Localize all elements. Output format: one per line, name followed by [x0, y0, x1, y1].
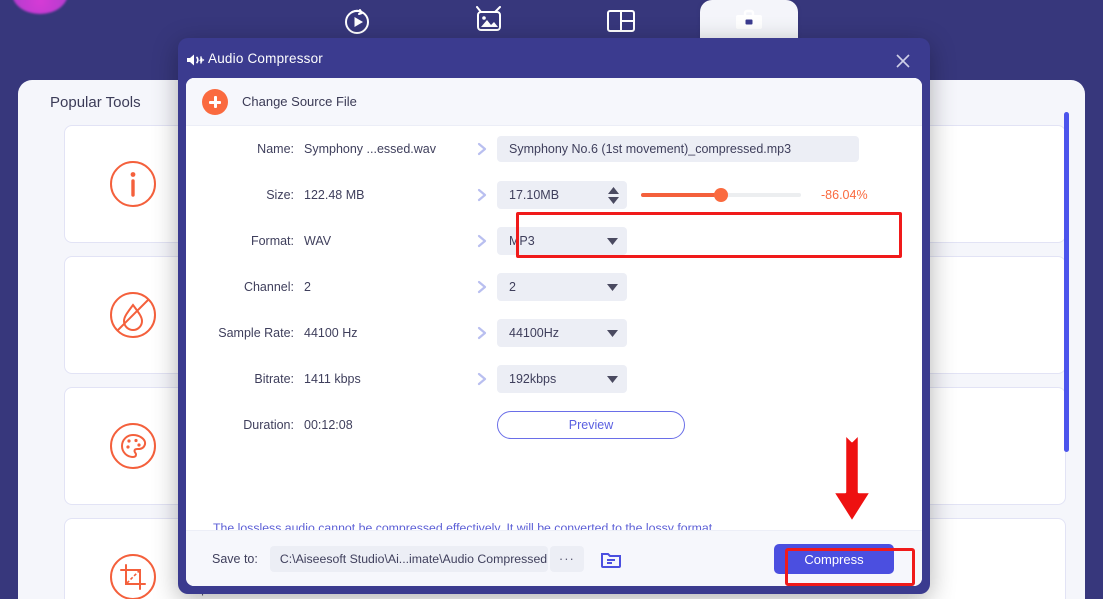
image-tv-icon	[473, 6, 505, 36]
dialog-title: Audio Compressor	[208, 51, 323, 66]
format-select[interactable]: MP3	[497, 227, 627, 255]
format-select-wrap: MP3	[497, 227, 627, 255]
collage-layout-icon	[606, 8, 636, 34]
chevron-down-icon	[607, 238, 618, 245]
row-source-value: 1411 kbps	[304, 372, 467, 386]
form-row-format: Format: WAV MP3	[186, 218, 922, 264]
scrollbar[interactable]	[1064, 88, 1069, 568]
row-source-value: WAV	[304, 234, 467, 248]
chevron-right-icon	[467, 141, 497, 157]
play-circle-icon	[342, 6, 372, 36]
palette-icon	[107, 420, 159, 472]
row-source-value: 00:12:08	[304, 418, 467, 432]
format-select-value: MP3	[509, 234, 535, 248]
preview-button-wrap: Preview	[497, 411, 685, 439]
tab-collage[interactable]	[572, 0, 670, 42]
speaker-icon	[185, 52, 205, 73]
plus-icon[interactable]	[202, 89, 228, 115]
chevron-down-icon	[607, 330, 618, 337]
bitrate-select-wrap: 192kbps	[497, 365, 627, 393]
chevron-down-icon	[607, 284, 618, 291]
save-path-field[interactable]: C:\Aiseesoft Studio\Ai...imate\Audio Com…	[270, 546, 548, 572]
channel-select-wrap: 2	[497, 273, 627, 301]
row-label: Channel:	[186, 280, 304, 294]
tab-mv[interactable]	[440, 0, 538, 42]
audio-compressor-dialog: Audio Compressor Change Source File Name…	[178, 38, 930, 594]
info-circle-icon	[107, 158, 159, 210]
save-to-label: Save to:	[212, 552, 258, 566]
close-icon[interactable]	[888, 46, 918, 76]
form-row-duration: Duration: 00:12:08 Preview	[186, 402, 922, 448]
chevron-up-icon	[608, 187, 619, 194]
row-source-value: Symphony ...essed.wav	[304, 142, 467, 156]
app-window: Popular Tools Media Metadata Editor Keep…	[0, 0, 1103, 599]
form-row-size: Size: 122.48 MB 17.10MB	[186, 172, 922, 218]
toolbox-icon	[733, 8, 765, 34]
output-size-value: 17.10MB	[509, 188, 559, 202]
chevron-down-icon	[608, 197, 619, 204]
row-label: Name:	[186, 142, 304, 156]
form-row-name: Name: Symphony ...essed.wav Symphony No.…	[186, 126, 922, 172]
channel-select[interactable]: 2	[497, 273, 627, 301]
change-source-bar: Change Source File	[186, 78, 922, 126]
sample-rate-select-value: 44100Hz	[509, 326, 559, 340]
sample-rate-select[interactable]: 44100Hz	[497, 319, 627, 347]
tab-toolbox[interactable]	[700, 0, 798, 42]
size-controls: 17.10MB -86.04%	[497, 181, 868, 209]
bitrate-select[interactable]: 192kbps	[497, 365, 627, 393]
watermark-remove-icon	[107, 289, 159, 341]
chevron-right-icon	[467, 371, 497, 387]
chevron-right-icon	[467, 233, 497, 249]
tab-converter[interactable]	[308, 0, 406, 42]
output-size-stepper[interactable]: 17.10MB	[497, 181, 627, 209]
audio-settings-form: Name: Symphony ...essed.wav Symphony No.…	[186, 126, 922, 448]
form-row-bitrate: Bitrate: 1411 kbps 192kbps	[186, 356, 922, 402]
channel-select-value: 2	[509, 280, 516, 294]
row-label: Duration:	[186, 418, 304, 432]
open-folder-icon[interactable]	[598, 546, 624, 572]
form-row-sample-rate: Sample Rate: 44100 Hz 44100Hz	[186, 310, 922, 356]
chevron-right-icon	[467, 279, 497, 295]
output-name-field[interactable]: Symphony No.6 (1st movement)_compressed.…	[497, 136, 859, 162]
row-source-value: 122.48 MB	[304, 188, 467, 202]
chevron-down-icon	[607, 376, 618, 383]
row-label: Sample Rate:	[186, 326, 304, 340]
preview-button[interactable]: Preview	[497, 411, 685, 439]
row-label: Bitrate:	[186, 372, 304, 386]
slider-fill	[641, 193, 721, 197]
row-label: Format:	[186, 234, 304, 248]
compress-button[interactable]: Compress	[774, 544, 894, 574]
sample-rate-select-wrap: 44100Hz	[497, 319, 627, 347]
stepper-arrows[interactable]	[608, 187, 619, 204]
row-source-value: 2	[304, 280, 467, 294]
size-slider[interactable]: -86.04%	[641, 188, 868, 202]
dialog-footer: Save to: C:\Aiseesoft Studio\Ai...imate\…	[186, 530, 922, 586]
change-source-file-button[interactable]: Change Source File	[242, 94, 357, 109]
bitrate-select-value: 192kbps	[509, 372, 556, 386]
red-down-arrow	[826, 432, 878, 533]
output-name-field-wrap: Symphony No.6 (1st movement)_compressed.…	[497, 136, 859, 162]
form-row-channel: Channel: 2 2	[186, 264, 922, 310]
crop-icon	[107, 551, 159, 599]
scrollbar-thumb[interactable]	[1064, 112, 1069, 452]
chevron-right-icon	[467, 187, 497, 203]
row-source-value: 44100 Hz	[304, 326, 467, 340]
slider-thumb[interactable]	[714, 188, 728, 202]
compression-ratio-label: -86.04%	[821, 188, 868, 202]
browse-button[interactable]: ···	[550, 546, 584, 572]
dialog-body: Change Source File Name: Symphony ...ess…	[186, 78, 922, 586]
slider-track[interactable]	[641, 193, 801, 197]
row-label: Size:	[186, 188, 304, 202]
top-tab-bar	[0, 0, 1103, 42]
chevron-right-icon	[467, 325, 497, 341]
page-title: Popular Tools	[50, 94, 141, 111]
